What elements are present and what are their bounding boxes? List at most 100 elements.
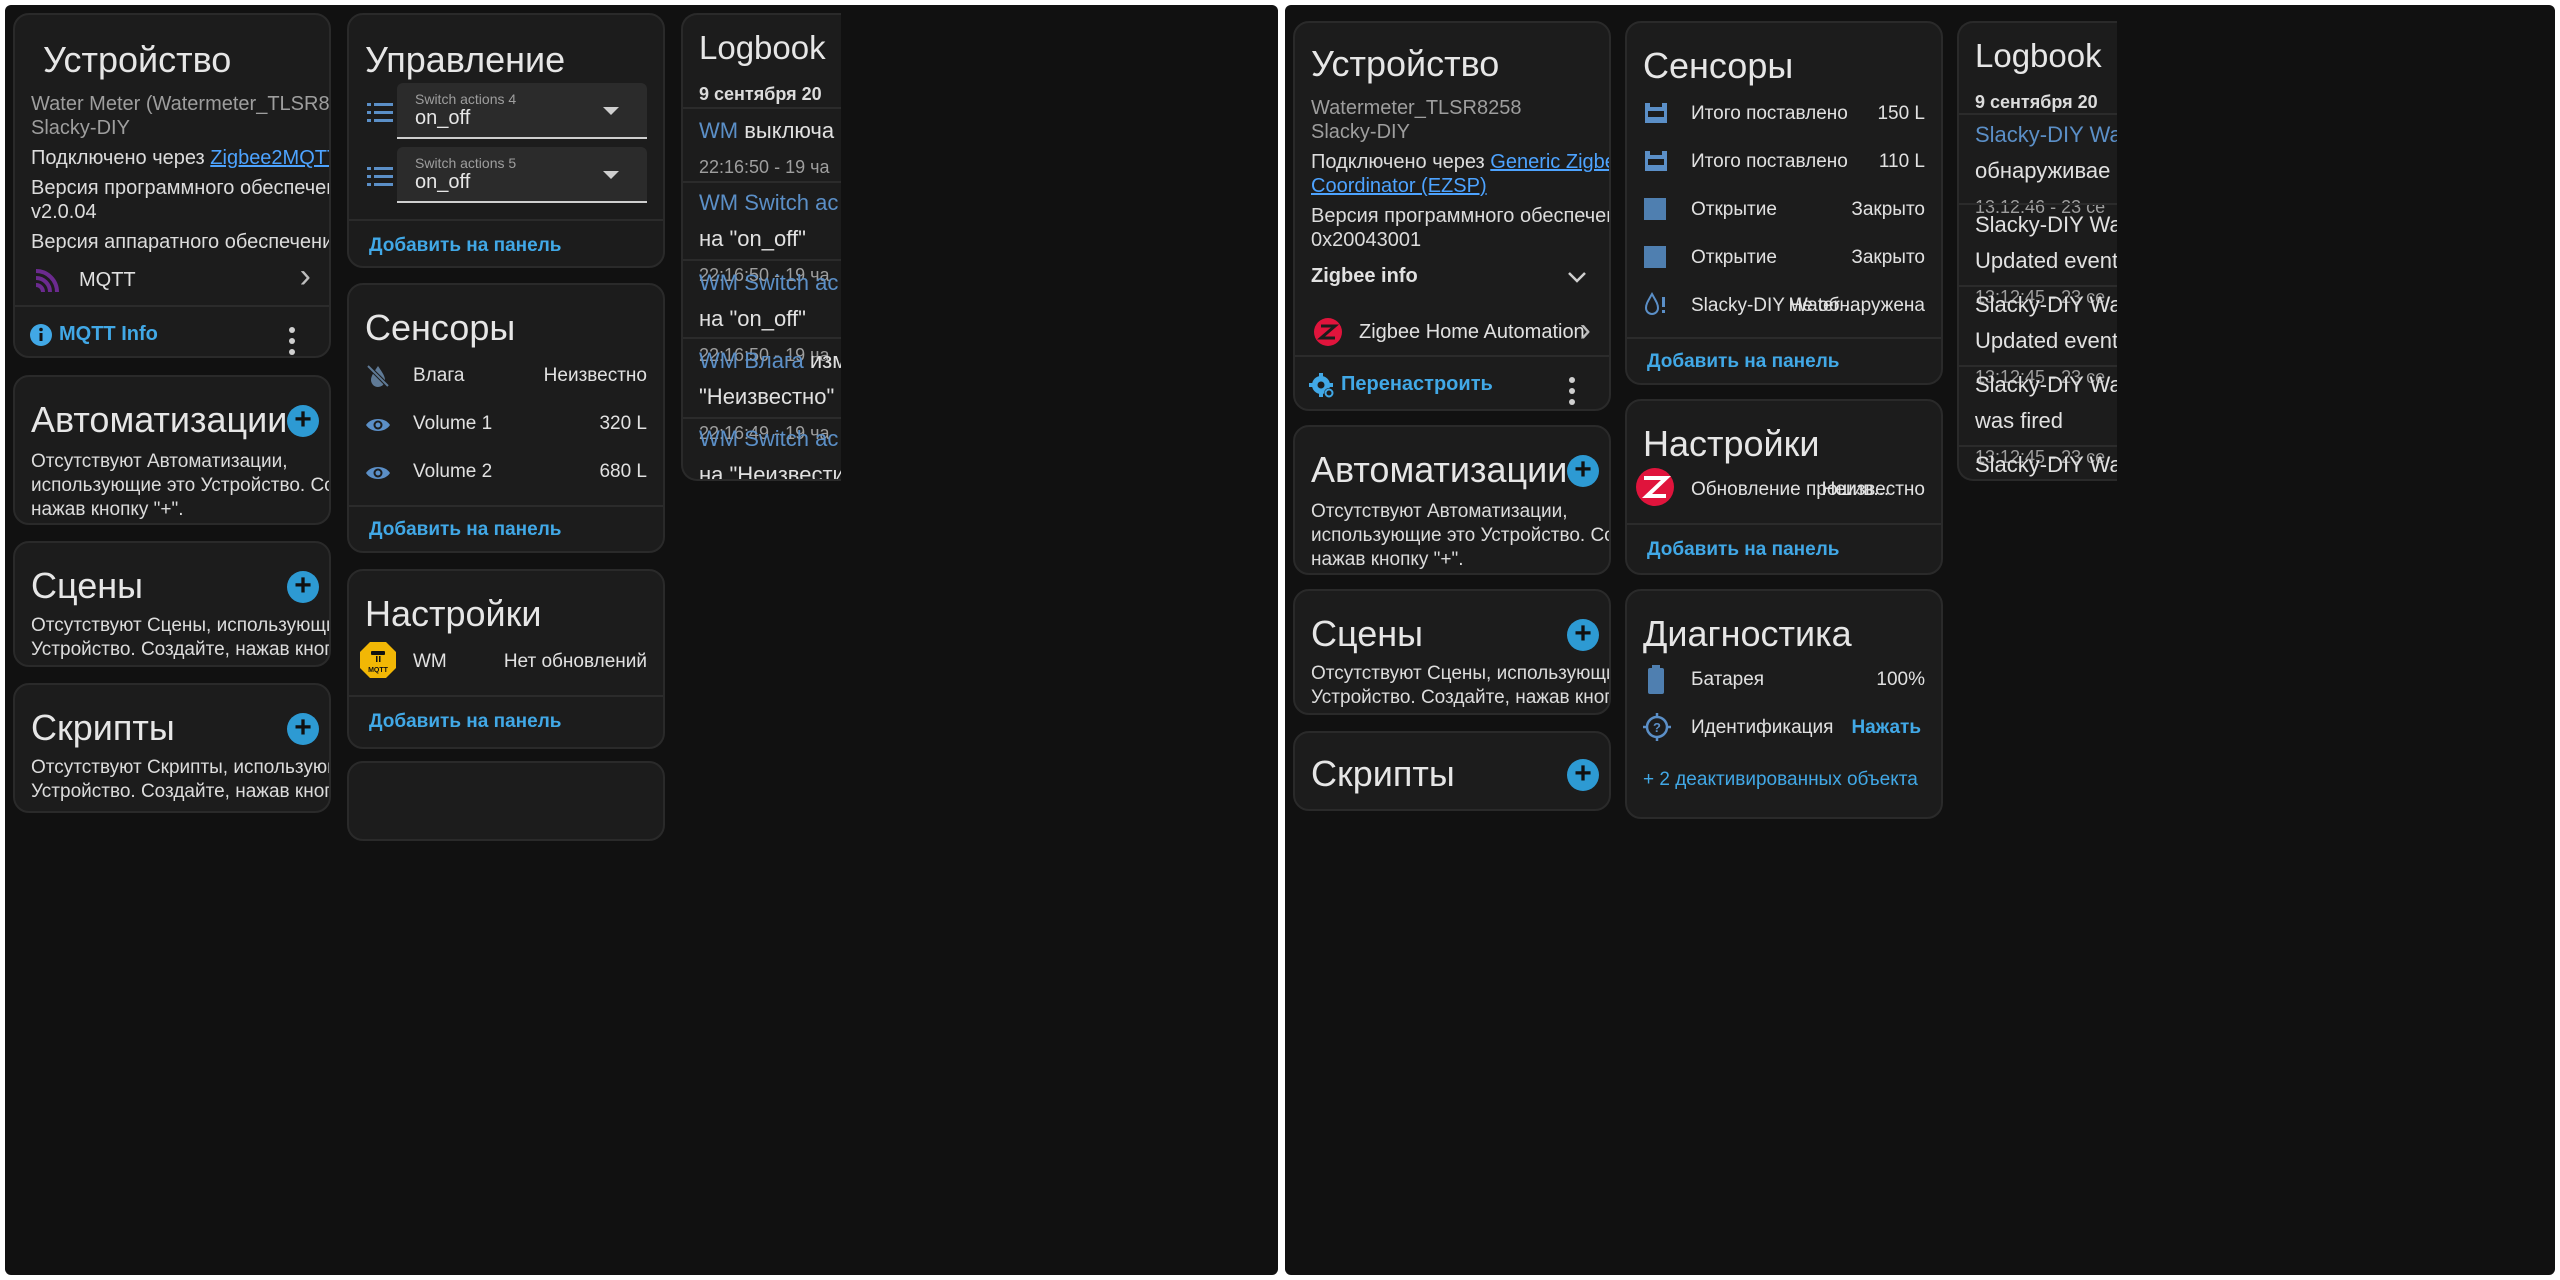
settings-divider xyxy=(1627,523,1941,525)
chevron-down-icon xyxy=(1568,272,1586,283)
settings-row-label: WM xyxy=(413,651,447,672)
add-scene-button[interactable]: + xyxy=(1567,619,1599,651)
svg-text:?: ? xyxy=(1653,720,1661,735)
controls-add-to-dashboard[interactable]: Добавить на панель xyxy=(369,235,561,257)
logbook-entry-name[interactable]: Slacky-DIY Wat xyxy=(1975,367,2117,403)
zha-integration-row[interactable]: Zigbee Home Automation › xyxy=(1295,307,1609,357)
right-screenshot: Устройство Watermeter_TLSR8258 Slacky-DI… xyxy=(1285,5,2555,1275)
reconfigure-label: Перенастроить xyxy=(1341,373,1493,395)
logbook-separator xyxy=(683,337,841,339)
logbook-card: Logbook 9 сентября 20 Slacky-DIY Wat обн… xyxy=(1957,21,2117,481)
settings-title: Настройки xyxy=(365,593,542,634)
logbook-entry-name[interactable]: WM xyxy=(699,118,738,143)
controls-divider xyxy=(349,219,663,221)
sensor-row-label: Открытие xyxy=(1691,199,1777,220)
badge-text: MQTT xyxy=(368,667,389,674)
logbook-entry-name[interactable]: Slacky-DIY Wat xyxy=(1975,117,2117,153)
sensor-row-value: Неизвестно xyxy=(543,365,647,386)
sensor-row-label: Влага xyxy=(413,365,465,386)
add-script-button[interactable]: + xyxy=(1567,759,1599,791)
partial-card xyxy=(347,761,665,841)
logbook-entry-text: Updated event xyxy=(1975,328,2117,353)
chevron-right-icon: › xyxy=(299,257,311,295)
sensor-row-value: Закрыто xyxy=(1851,247,1925,268)
logbook-entry-name[interactable]: Slacky-DIY Wat xyxy=(1975,287,2117,323)
device-card-divider xyxy=(15,305,329,307)
switch-actions-5-select[interactable]: Switch actions 5 on_off xyxy=(397,147,647,203)
mqtt-integration-row[interactable]: MQTT › xyxy=(15,255,329,303)
switch-actions-5-value: on_off xyxy=(415,171,471,193)
scripts-card: Скрипты + xyxy=(1293,731,1611,811)
disabled-entities-link[interactable]: + 2 деактивированных объекта xyxy=(1643,761,1918,799)
logbook-entry-text: Updated event xyxy=(1975,248,2117,273)
device-card-divider xyxy=(1295,355,1609,357)
sensors-add-to-dashboard[interactable]: Добавить на панель xyxy=(1647,351,1839,373)
water-meter-icon xyxy=(1645,151,1667,171)
logbook-entry-name[interactable]: WM Влага xyxy=(699,348,804,373)
add-automation-button[interactable]: + xyxy=(1567,455,1599,487)
scenes-card: Сцены + Отсутствуют Сцены, использующие … xyxy=(13,541,331,667)
logbook-separator xyxy=(683,259,841,261)
settings-add-to-dashboard[interactable]: Добавить на панель xyxy=(1647,539,1839,561)
scenes-title: Сцены xyxy=(31,565,143,606)
logbook-entry-name[interactable]: Slacky-DIY Wat xyxy=(1975,447,2117,479)
controls-card: Управление Switch actions 4 on_off Switc… xyxy=(347,13,665,268)
mqtt-label: MQTT xyxy=(79,269,136,291)
logbook-entry[interactable]: WM выключа 22:16:50 - 19 ча xyxy=(699,113,834,185)
coordinator-link[interactable]: Generic Zigbee xyxy=(1490,151,1609,173)
sensor-row-value: 320 L xyxy=(599,413,647,434)
left-screenshot: Устройство Water Meter (Watermeter_TLSR8… xyxy=(5,5,1278,1275)
sensor-row-value: 680 L xyxy=(599,461,647,482)
logbook-entry-text: на "on_off" xyxy=(699,226,806,251)
reconfigure-button[interactable]: Перенастроить xyxy=(1309,371,1509,403)
more-vert-icon[interactable] xyxy=(1569,377,1575,409)
zigbee-info-expander[interactable]: Zigbee info xyxy=(1295,255,1609,299)
logbook-separator xyxy=(1959,113,2117,115)
logbook-entry-text: выключа xyxy=(738,118,835,143)
sensors-title: Сенсоры xyxy=(365,307,516,348)
battery-icon xyxy=(1648,665,1664,694)
water-meter-icon xyxy=(1645,103,1667,123)
switch-actions-4-select[interactable]: Switch actions 4 on_off xyxy=(397,83,647,139)
scenes-text-2: Устройство. Создайте, нажав кнопку "+". xyxy=(31,639,329,660)
logbook-entry[interactable]: WM Switch ac на "Неизвести xyxy=(699,421,841,479)
sensor-row-label: Итого поставлено xyxy=(1691,151,1848,172)
sensors-add-to-dashboard[interactable]: Добавить на панель xyxy=(369,519,561,541)
logbook-entry-name[interactable]: WM Switch ac xyxy=(699,190,838,215)
add-automation-button[interactable]: + xyxy=(287,405,319,437)
automations-title: Автоматизации xyxy=(31,399,288,440)
sensor-row-value: 150 L xyxy=(1877,103,1925,124)
sensors-card: Сенсоры Влага Неизвестно Volume 1 320 L … xyxy=(347,283,665,553)
scripts-title: Скрипты xyxy=(31,707,175,748)
format-list-icon xyxy=(367,167,393,186)
format-list-icon xyxy=(367,103,393,122)
logbook-title: Logbook xyxy=(699,29,826,66)
sensor-row-label: Volume 2 xyxy=(413,461,493,482)
mqtt-icon xyxy=(35,269,59,293)
switch-actions-4-label: Switch actions 4 xyxy=(415,91,517,107)
logbook-separator xyxy=(1959,203,2117,205)
logbook-entry-name[interactable]: Slacky-DIY Wat xyxy=(1975,207,2117,243)
logbook-entry-name[interactable]: WM Switch ac xyxy=(699,426,838,451)
identify-icon: ? xyxy=(1643,713,1671,741)
eye-icon xyxy=(366,419,390,431)
cog-refresh-icon xyxy=(1309,373,1334,398)
more-vert-icon[interactable] xyxy=(289,327,295,356)
automations-title: Автоматизации xyxy=(1311,449,1568,490)
scenes-card: Сцены + Отсутствуют Сцены, использующие … xyxy=(1293,589,1611,715)
logbook-entry[interactable]: Slacky-DIY Wat xyxy=(1975,447,2117,479)
add-script-button[interactable]: + xyxy=(287,713,319,745)
eye-icon xyxy=(366,467,390,479)
sensors-card: Сенсоры Итого поставлено 150 L Итого пос… xyxy=(1625,21,1943,385)
logbook-entry-name[interactable]: WM Switch ac xyxy=(699,270,838,295)
battery-label: Батарея xyxy=(1691,669,1765,690)
logbook-card: Logbook 9 сентября 20 WM выключа 22:16:5… xyxy=(681,13,841,481)
automations-card: Автоматизации + Отсутствуют Автоматизаци… xyxy=(1293,425,1611,575)
logbook-separator xyxy=(683,107,841,109)
identify-button[interactable]: Нажать xyxy=(1851,717,1921,739)
mqtt-info-button[interactable]: MQTT Info xyxy=(29,321,229,353)
zigbee2mqtt-bridge-link[interactable]: Zigbee2MQTT Bridge xyxy=(210,147,329,169)
settings-add-to-dashboard[interactable]: Добавить на панель xyxy=(369,711,561,733)
add-scene-button[interactable]: + xyxy=(287,571,319,603)
device-card-title: Устройство xyxy=(1311,43,1500,84)
